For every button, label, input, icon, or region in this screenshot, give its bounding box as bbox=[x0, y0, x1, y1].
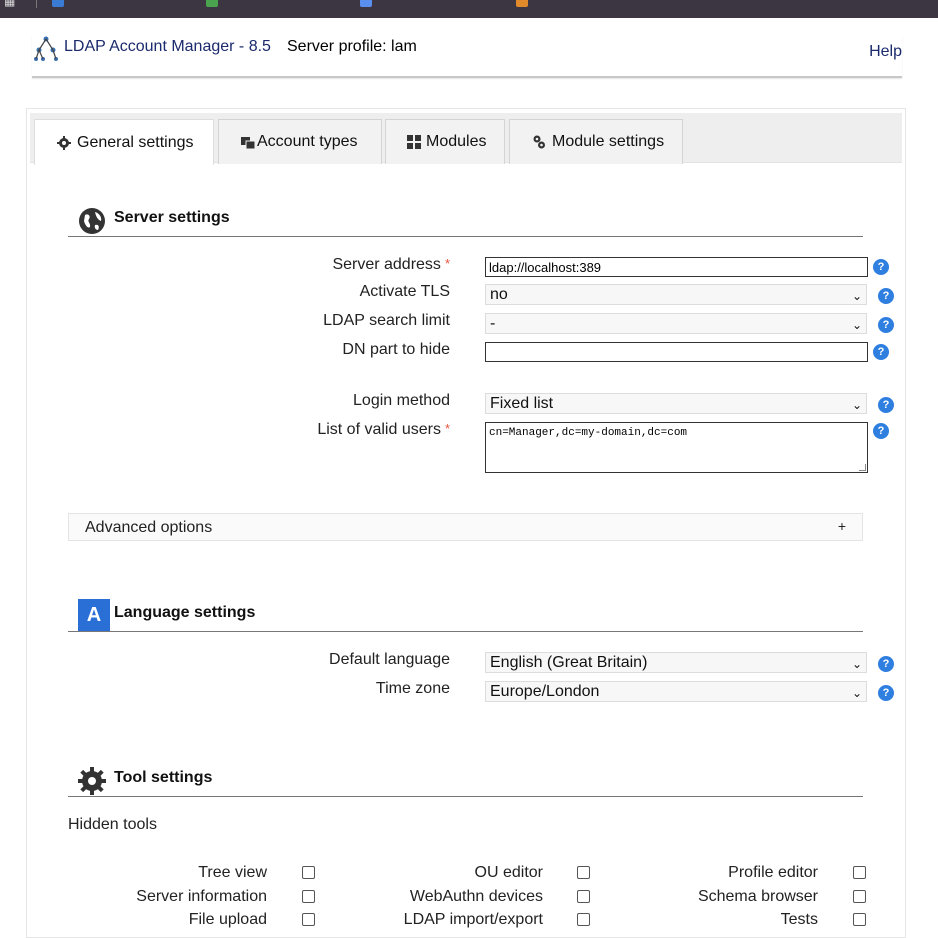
bookmark-item[interactable] bbox=[206, 0, 218, 10]
gear-icon bbox=[57, 135, 71, 150]
default-language-label: Default language bbox=[329, 651, 450, 668]
windows-icon bbox=[241, 137, 255, 149]
tool-tree-view-checkbox[interactable] bbox=[302, 866, 315, 879]
bookmark-favicon bbox=[206, 0, 218, 7]
globe-icon bbox=[79, 208, 105, 234]
tool-schema-browser-checkbox[interactable] bbox=[853, 890, 866, 903]
tab-label: General settings bbox=[77, 133, 194, 151]
expand-icon[interactable]: + bbox=[838, 518, 846, 534]
default-language-select[interactable]: English (Great Britain) ⌄ bbox=[485, 652, 867, 673]
select-value: Europe/London bbox=[490, 683, 600, 700]
server-address-label: Server address * bbox=[332, 256, 450, 274]
dn-hide-input[interactable] bbox=[485, 342, 868, 362]
bookmark-separator bbox=[36, 0, 37, 8]
select-value: - bbox=[490, 315, 496, 332]
activate-tls-select[interactable]: no ⌄ bbox=[485, 284, 867, 305]
tab-label: Module settings bbox=[552, 133, 665, 150]
bookmark-favicon bbox=[52, 0, 64, 7]
tool-file-upload-label: File upload bbox=[188, 911, 267, 928]
login-method-label: Login method bbox=[353, 392, 450, 409]
help-icon[interactable]: ? bbox=[873, 423, 889, 439]
app-header: LDAP Account Manager - 8.5 Server profil… bbox=[32, 34, 902, 78]
content-frame: General settings Account types Modules M… bbox=[26, 108, 906, 938]
chevron-down-icon: ⌄ bbox=[851, 657, 862, 671]
tool-profile-editor-label: Profile editor bbox=[728, 864, 818, 881]
section-title: Tool settings bbox=[114, 769, 213, 786]
select-value: no bbox=[490, 286, 508, 303]
server-settings-header: Server settings bbox=[68, 207, 863, 237]
bookmark-favicon bbox=[360, 0, 372, 7]
advanced-options-label: Advanced options bbox=[85, 519, 213, 536]
dn-hide-label: DN part to hide bbox=[342, 341, 450, 358]
help-icon[interactable]: ? bbox=[878, 288, 894, 304]
tool-ou-editor-label: OU editor bbox=[474, 864, 543, 881]
chevron-down-icon: ⌄ bbox=[851, 686, 862, 700]
help-icon[interactable]: ? bbox=[878, 685, 894, 701]
required-mark: * bbox=[444, 421, 450, 436]
time-zone-select[interactable]: Europe/London ⌄ bbox=[485, 681, 867, 702]
help-icon[interactable]: ? bbox=[878, 317, 894, 333]
gears-icon bbox=[533, 135, 545, 149]
valid-users-textarea[interactable]: cn=Manager,dc=my-domain,dc=com bbox=[485, 422, 868, 473]
language-settings-header: A Language settings bbox=[68, 599, 863, 632]
search-limit-select[interactable]: - ⌄ bbox=[485, 313, 867, 334]
app-title[interactable]: LDAP Account Manager - 8.5 bbox=[64, 38, 271, 56]
login-method-select[interactable]: Fixed list ⌄ bbox=[485, 393, 867, 414]
tool-server-information-checkbox[interactable] bbox=[302, 890, 315, 903]
tool-schema-browser-label: Schema browser bbox=[697, 888, 818, 905]
activate-tls-label: Activate TLS bbox=[359, 283, 450, 300]
advanced-options-toggle[interactable]: Advanced options + bbox=[68, 513, 863, 541]
required-mark: * bbox=[444, 256, 450, 271]
tab-bar: General settings Account types Modules M… bbox=[30, 113, 902, 165]
language-icon: A bbox=[78, 599, 110, 631]
hidden-tools-label: Hidden tools bbox=[68, 816, 157, 833]
section-title: Server settings bbox=[114, 209, 230, 226]
search-limit-label: LDAP search limit bbox=[323, 312, 450, 329]
label-text: Server address bbox=[332, 256, 441, 273]
resize-handle[interactable] bbox=[859, 464, 866, 471]
browser-bookmarks-bar: ▦ bbox=[0, 0, 938, 18]
chevron-down-icon: ⌄ bbox=[851, 398, 862, 412]
tab-module-settings[interactable]: Module settings bbox=[509, 119, 683, 164]
grid-icon bbox=[407, 135, 421, 149]
select-value: English (Great Britain) bbox=[490, 654, 648, 671]
bookmark-favicon bbox=[516, 0, 528, 7]
tool-tree-view-label: Tree view bbox=[198, 864, 267, 881]
tool-webauthn-devices-label: WebAuthn devices bbox=[409, 888, 543, 905]
chevron-down-icon: ⌄ bbox=[851, 318, 862, 332]
lam-logo-icon bbox=[34, 36, 58, 61]
help-icon[interactable]: ? bbox=[873, 344, 889, 360]
tab-modules[interactable]: Modules bbox=[385, 119, 505, 164]
tool-server-information-label: Server information bbox=[136, 888, 267, 905]
tab-label: Modules bbox=[426, 133, 487, 150]
help-icon[interactable]: ? bbox=[878, 656, 894, 672]
chevron-down-icon: ⌄ bbox=[851, 289, 862, 303]
tool-tests-label: Tests bbox=[780, 911, 818, 928]
gear-icon bbox=[78, 767, 106, 795]
tool-profile-editor-checkbox[interactable] bbox=[853, 866, 866, 879]
time-zone-label: Time zone bbox=[375, 680, 450, 697]
select-value: Fixed list bbox=[490, 395, 554, 412]
section-title: Language settings bbox=[114, 604, 256, 621]
textarea-value: cn=Manager,dc=my-domain,dc=com bbox=[489, 427, 688, 439]
server-profile-label: Server profile: lam bbox=[287, 38, 417, 55]
tool-webauthn-devices-checkbox[interactable] bbox=[577, 890, 590, 903]
tool-ou-editor-checkbox[interactable] bbox=[577, 866, 590, 879]
valid-users-label: List of valid users * bbox=[317, 421, 450, 439]
bookmark-item[interactable] bbox=[516, 0, 528, 10]
bookmark-item[interactable] bbox=[360, 0, 372, 10]
tool-settings-header: Tool settings bbox=[68, 767, 863, 797]
tab-label: Account types bbox=[257, 133, 358, 150]
tab-general-settings[interactable]: General settings bbox=[34, 119, 214, 165]
bookmark-item[interactable] bbox=[52, 0, 64, 10]
help-icon[interactable]: ? bbox=[878, 397, 894, 413]
apps-icon[interactable]: ▦ bbox=[4, 0, 15, 10]
server-address-input[interactable] bbox=[485, 257, 868, 277]
help-link[interactable]: Help bbox=[869, 43, 902, 61]
help-icon[interactable]: ? bbox=[873, 259, 889, 275]
label-text: List of valid users bbox=[317, 421, 441, 438]
tab-account-types[interactable]: Account types bbox=[218, 119, 382, 164]
tool-ldap-import-export-label: LDAP import/export bbox=[403, 911, 543, 928]
